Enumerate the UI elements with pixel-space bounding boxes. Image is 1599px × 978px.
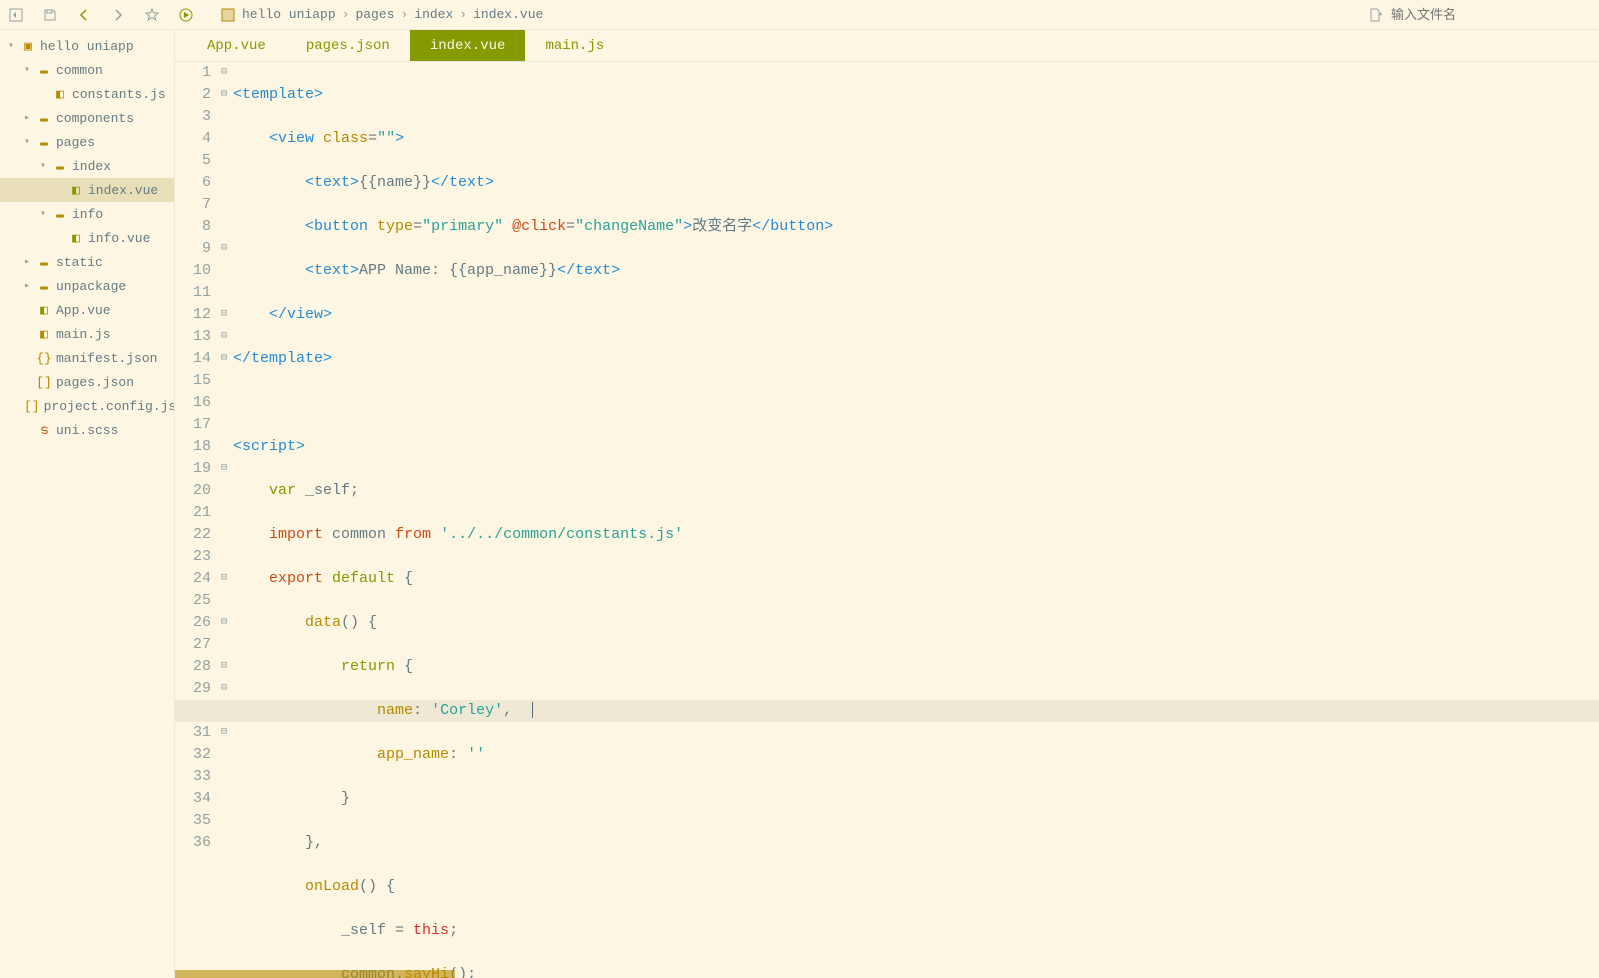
chevron-down-icon: ▾: [8, 40, 20, 52]
json-icon: []: [24, 399, 40, 414]
tree-label: static: [56, 255, 103, 270]
folder-icon: ▬: [36, 135, 52, 150]
tree-project[interactable]: ▾ ▣ hello uniapp: [0, 34, 174, 58]
editor-area: App.vue pages.json index.vue main.js 123…: [175, 30, 1599, 978]
tab-app-vue[interactable]: App.vue: [187, 30, 286, 61]
folder-icon: ▬: [52, 207, 68, 222]
chevron-right-icon: ▸: [24, 256, 36, 268]
run-icon[interactable]: [178, 7, 194, 23]
tree-folder-unpackage[interactable]: ▸ ▬ unpackage: [0, 274, 174, 298]
tree-label: index.vue: [88, 183, 158, 198]
tree-file-index-vue[interactable]: ◧ index.vue: [0, 178, 174, 202]
vue-icon: ◧: [68, 231, 84, 246]
json-icon: {}: [36, 351, 52, 366]
tree-label: App.vue: [56, 303, 111, 318]
tab-pages-json[interactable]: pages.json: [286, 30, 410, 61]
folder-icon: ▬: [36, 255, 52, 270]
project-icon: ▣: [20, 39, 36, 54]
folder-icon: ▬: [52, 159, 68, 174]
breadcrumb-seg2[interactable]: index: [414, 7, 453, 22]
json-icon: []: [36, 375, 52, 390]
tree-folder-index[interactable]: ▾ ▬ index: [0, 154, 174, 178]
js-icon: ◧: [52, 87, 68, 102]
tree-label: pages: [56, 135, 95, 150]
tree-file-uni-scss[interactable]: ട uni.scss: [0, 418, 174, 442]
tree-label: info.vue: [88, 231, 150, 246]
js-icon: ◧: [36, 327, 52, 342]
collapse-icon[interactable]: [8, 7, 24, 23]
chevron-down-icon: ▾: [24, 136, 36, 148]
toolbar: hello uniapp › pages › index › index.vue: [0, 0, 1599, 30]
back-icon[interactable]: [76, 7, 92, 23]
tree-folder-common[interactable]: ▾ ▬ common: [0, 58, 174, 82]
tree-label: main.js: [56, 327, 111, 342]
tree-label: common: [56, 63, 103, 78]
tree-file-info-vue[interactable]: ◧ info.vue: [0, 226, 174, 250]
tree-label: project.config.json: [44, 399, 175, 414]
project-icon: [220, 7, 236, 23]
tree-folder-info[interactable]: ▾ ▬ info: [0, 202, 174, 226]
breadcrumb-sep: ›: [459, 7, 467, 22]
scss-icon: ട: [36, 423, 52, 438]
tree-folder-static[interactable]: ▸ ▬ static: [0, 250, 174, 274]
forward-icon[interactable]: [110, 7, 126, 23]
line-gutter: 1234567891011121314151617181920212223242…: [175, 62, 217, 978]
tree-label: uni.scss: [56, 423, 118, 438]
fold-gutter: ⊟⊟⊟⊟⊟⊟⊟⊟⊟⊟⊟⊟: [217, 62, 231, 978]
save-icon[interactable]: [42, 7, 58, 23]
breadcrumb-sep: ›: [400, 7, 408, 22]
folder-icon: ▬: [36, 63, 52, 78]
tree-label: info: [72, 207, 103, 222]
chevron-right-icon: ▸: [24, 280, 36, 292]
vue-icon: ◧: [68, 183, 84, 198]
breadcrumb-root[interactable]: hello uniapp: [242, 7, 336, 22]
breadcrumb-seg1[interactable]: pages: [355, 7, 394, 22]
tree-file-project-config[interactable]: [] project.config.json: [0, 394, 174, 418]
vue-icon: ◧: [36, 303, 52, 318]
tab-main-js[interactable]: main.js: [525, 30, 624, 61]
tree-file-app-vue[interactable]: ◧ App.vue: [0, 298, 174, 322]
code-editor[interactable]: 1234567891011121314151617181920212223242…: [175, 62, 1599, 978]
breadcrumb-seg3[interactable]: index.vue: [473, 7, 543, 22]
tree-file-main-js[interactable]: ◧ main.js: [0, 322, 174, 346]
chevron-right-icon: ▸: [24, 112, 36, 124]
text-cursor: [532, 702, 533, 718]
tree-label: manifest.json: [56, 351, 157, 366]
folder-icon: ▬: [36, 111, 52, 126]
tree-label: pages.json: [56, 375, 134, 390]
horizontal-scrollbar[interactable]: [175, 970, 455, 978]
tabs: App.vue pages.json index.vue main.js: [175, 30, 1599, 62]
tree-file-pages-json[interactable]: [] pages.json: [0, 370, 174, 394]
code-content[interactable]: <template> <view class=""> <text>{{name}…: [231, 62, 1599, 978]
breadcrumb: hello uniapp › pages › index › index.vue: [220, 7, 543, 23]
chevron-down-icon: ▾: [24, 64, 36, 76]
tree-label: components: [56, 111, 134, 126]
tree-folder-components[interactable]: ▸ ▬ components: [0, 106, 174, 130]
tree-label: index: [72, 159, 111, 174]
tab-index-vue[interactable]: index.vue: [410, 30, 526, 61]
file-explorer: ▾ ▣ hello uniapp ▾ ▬ common ◧ constants.…: [0, 30, 175, 978]
tree-file-constants[interactable]: ◧ constants.js: [0, 82, 174, 106]
chevron-down-icon: ▾: [40, 208, 52, 220]
tree-label: unpackage: [56, 279, 126, 294]
new-file-icon[interactable]: [1367, 7, 1383, 23]
tree-file-manifest[interactable]: {} manifest.json: [0, 346, 174, 370]
tree-folder-pages[interactable]: ▾ ▬ pages: [0, 130, 174, 154]
search-box: [1367, 7, 1591, 23]
search-input[interactable]: [1391, 7, 1591, 22]
tree-label: hello uniapp: [40, 39, 134, 54]
chevron-down-icon: ▾: [40, 160, 52, 172]
tree-label: constants.js: [72, 87, 166, 102]
breadcrumb-sep: ›: [342, 7, 350, 22]
star-icon[interactable]: [144, 7, 160, 23]
folder-icon: ▬: [36, 279, 52, 294]
